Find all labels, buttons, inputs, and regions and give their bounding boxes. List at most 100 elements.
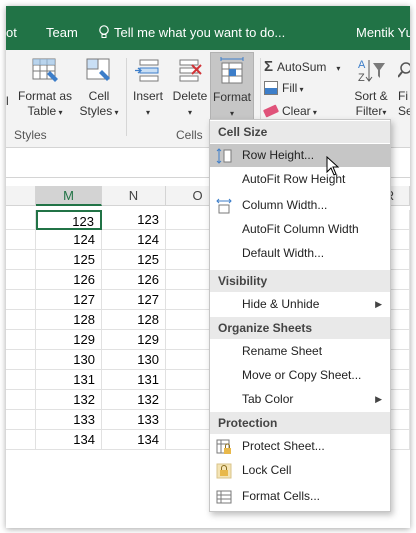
grid-cell-m[interactable]: 129 — [36, 330, 102, 350]
grid-cell-n[interactable]: 123 — [102, 210, 166, 230]
column-width-label: Column Width... — [242, 198, 328, 212]
tab-color-label: Tab Color — [242, 392, 294, 406]
grid-cell-m[interactable]: 128 — [36, 310, 102, 330]
menu-item-column-width[interactable]: Column Width... — [210, 194, 390, 217]
grid-cell-m[interactable]: 123 — [36, 210, 102, 230]
group-label-styles: Styles — [14, 128, 47, 142]
grid-cell[interactable] — [6, 310, 36, 330]
format-button-inner: Format ▾ — [211, 57, 253, 121]
menu-item-protect-sheet[interactable]: Protect Sheet... — [210, 435, 390, 458]
menu-item-lock-cell[interactable]: Lock Cell — [210, 459, 390, 482]
sigma-icon: Σ — [264, 58, 274, 75]
menu-section-organize-sheets: Organize Sheets — [210, 317, 390, 339]
submenu-arrow-icon: ▶ — [375, 299, 382, 309]
insert-button[interactable]: Insert ▾ — [128, 56, 168, 120]
menu-item-rename-sheet[interactable]: Rename Sheet — [210, 340, 390, 363]
ribbon-separator — [126, 58, 127, 136]
cell-styles-button[interactable]: Cell Styles ▾ — [76, 56, 122, 120]
menu-item-autofit-row-height[interactable]: AutoFit Row Height — [210, 168, 390, 191]
insert-label: Insert — [132, 89, 163, 103]
menu-item-format-cells[interactable]: Format Cells... — [210, 485, 390, 508]
grid-cell[interactable] — [6, 390, 36, 410]
menu-item-default-width[interactable]: Default Width... — [210, 242, 390, 265]
lock-cell-label: Lock Cell — [242, 463, 292, 477]
autofit-column-width-label: AutoFit Column Width — [242, 222, 359, 236]
clear-button[interactable]: Clear ▾ — [262, 104, 317, 118]
tab-team[interactable]: Team — [46, 25, 78, 40]
column-header-partial[interactable] — [6, 186, 36, 206]
grid-cell[interactable] — [6, 350, 36, 370]
group-label-cells: Cells — [176, 128, 203, 142]
tab-partial[interactable]: ot — [6, 25, 17, 40]
user-name[interactable]: Mentik Yu — [356, 25, 410, 40]
grid-cell-m[interactable]: 134 — [36, 430, 102, 450]
delete-label: Delete — [172, 89, 208, 103]
column-header-n[interactable]: N — [102, 186, 166, 206]
sort-filter-icon: A Z — [358, 59, 385, 84]
menu-section-visibility: Visibility — [210, 270, 390, 292]
lock-icon — [216, 463, 232, 479]
format-dropdown-menu: Cell Size Row Height... AutoFit Row Heig… — [209, 119, 391, 512]
format-table-icon — [32, 58, 58, 82]
format-as-table-button[interactable]: Format as Table ▾ — [14, 56, 76, 120]
grid-cell-n[interactable]: 129 — [102, 330, 166, 350]
eraser-icon — [262, 104, 280, 118]
fill-button[interactable]: Fill ▾ — [264, 81, 304, 95]
format-button[interactable]: Format ▾ — [210, 52, 254, 120]
tell-me-box[interactable]: Tell me what you want to do... — [98, 25, 285, 40]
grid-cell[interactable] — [6, 430, 36, 450]
grid-cell-m[interactable]: 124 — [36, 230, 102, 250]
grid-cell-m[interactable]: 125 — [36, 250, 102, 270]
grid-cell[interactable] — [6, 330, 36, 350]
grid-cell-n[interactable]: 126 — [102, 270, 166, 290]
grid-cell[interactable] — [6, 210, 36, 230]
grid-cell-n[interactable]: 130 — [102, 350, 166, 370]
grid-cell[interactable] — [6, 230, 36, 250]
mouse-cursor-icon — [326, 156, 340, 176]
find-select-button[interactable]: Fi Se — [398, 56, 410, 119]
row-height-label: Row Height... — [242, 148, 315, 162]
autosum-label: AutoSum — [277, 60, 327, 74]
grid-cell-n[interactable]: 127 — [102, 290, 166, 310]
fill-down-icon — [264, 81, 278, 95]
column-header-m[interactable]: M — [36, 186, 102, 206]
protect-sheet-icon — [216, 439, 231, 454]
sort-filter-line1: Sort & — [354, 89, 388, 103]
magnifier-icon — [398, 62, 410, 78]
format-label: Format — [212, 90, 251, 104]
grid-cell-n[interactable]: 133 — [102, 410, 166, 430]
find-line1: Fi — [398, 89, 408, 103]
grid-cell-n[interactable]: 128 — [102, 310, 166, 330]
menu-item-move-copy-sheet[interactable]: Move or Copy Sheet... — [210, 364, 390, 387]
sort-filter-button[interactable]: A Z Sort & Filter▾ — [350, 56, 392, 120]
grid-cell-n[interactable]: 125 — [102, 250, 166, 270]
grid-cell-m[interactable]: 131 — [36, 370, 102, 390]
grid-cell-n[interactable]: 124 — [102, 230, 166, 250]
grid-cell-m[interactable]: 132 — [36, 390, 102, 410]
grid-cell-n[interactable]: 131 — [102, 370, 166, 390]
default-width-label: Default Width... — [242, 246, 325, 260]
menu-item-autofit-column-width[interactable]: AutoFit Column Width — [210, 218, 390, 241]
autosum-button[interactable]: Σ AutoSum ▾ — [264, 58, 340, 75]
grid-cell-n[interactable]: 134 — [102, 430, 166, 450]
grid-cell[interactable] — [6, 250, 36, 270]
grid-cell-m[interactable]: 130 — [36, 350, 102, 370]
hide-unhide-label: Hide & Unhide — [242, 297, 320, 311]
grid-cell-m[interactable]: 126 — [36, 270, 102, 290]
menu-item-tab-color[interactable]: Tab Color ▶ — [210, 388, 390, 411]
grid-cell[interactable] — [6, 270, 36, 290]
find-line2: Se — [398, 104, 410, 118]
delete-button[interactable]: Delete ▾ — [170, 56, 210, 120]
clear-label: Clear — [282, 104, 311, 118]
grid-cell-n[interactable]: 132 — [102, 390, 166, 410]
grid-cell[interactable] — [6, 410, 36, 430]
grid-cell-m[interactable]: 133 — [36, 410, 102, 430]
menu-item-row-height[interactable]: Row Height... — [210, 144, 390, 167]
partial-ribbon-item[interactable]: l — [6, 94, 9, 108]
grid-cell[interactable] — [6, 290, 36, 310]
row-height-icon — [216, 148, 232, 164]
grid-cell[interactable] — [6, 370, 36, 390]
grid-cell-m[interactable]: 127 — [36, 290, 102, 310]
menu-item-hide-unhide[interactable]: Hide & Unhide ▶ — [210, 293, 390, 316]
format-cells-icon — [220, 57, 244, 84]
